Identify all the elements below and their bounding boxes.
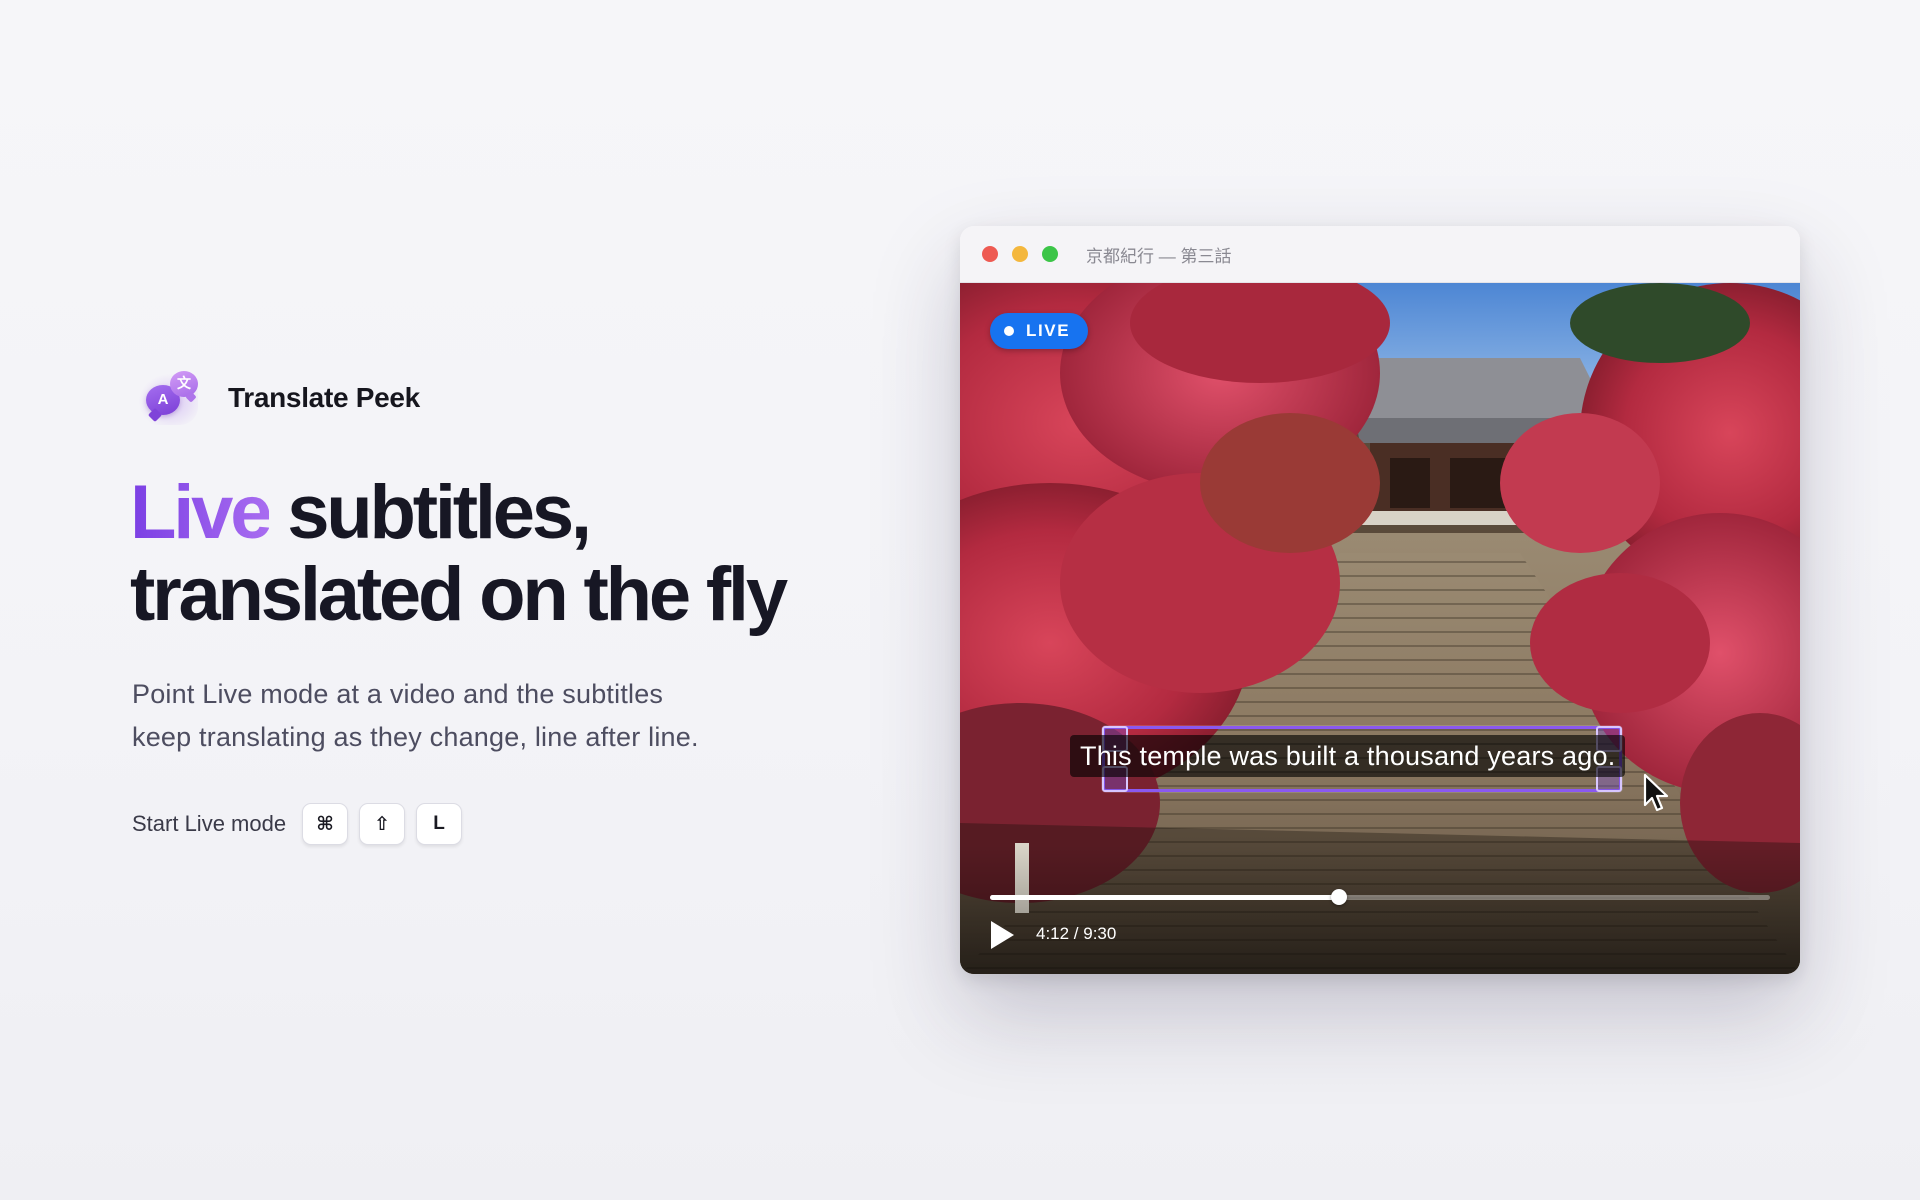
l-key: L <box>416 803 463 845</box>
live-badge: LIVE <box>990 313 1089 349</box>
shortcut-hint: Start Live mode ⌘ ⇧ L <box>132 803 473 845</box>
play-button[interactable] <box>988 919 1016 951</box>
time-readout: 4:12 / 9:30 <box>1036 924 1117 943</box>
progress-bar[interactable] <box>990 889 1770 905</box>
mouse-cursor-icon <box>1643 773 1669 812</box>
shortcut-label: Start Live mode <box>132 811 287 836</box>
progress-bar-fill <box>990 895 1340 900</box>
headline: Live subtitles, translated on the fly <box>130 470 788 637</box>
video-window: 京都紀行 — 第三話 LIVE This temple was built a … <box>960 226 1800 974</box>
subtext-line2: keep translating as they change, line af… <box>132 722 699 752</box>
live-badge-label: LIVE <box>1026 321 1071 340</box>
command-key: ⌘ <box>302 803 349 845</box>
brand: A 文 Translate Peek <box>132 365 420 431</box>
controls-shade <box>960 845 1800 974</box>
live-dot-icon <box>1004 326 1014 336</box>
minimize-window-button[interactable] <box>1012 246 1028 262</box>
subtext-line1: Point Live mode at a video and the subti… <box>132 679 664 709</box>
headline-accent: Live <box>130 470 272 555</box>
brand-name: Translate Peek <box>228 382 420 413</box>
translate-target-bubble-icon: 文 <box>170 371 198 397</box>
window-titlebar[interactable]: 京都紀行 — 第三話 <box>960 226 1800 283</box>
play-icon <box>991 921 1014 949</box>
zoom-window-button[interactable] <box>1042 246 1058 262</box>
subtext: Point Live mode at a video and the subti… <box>132 673 832 759</box>
shift-key: ⇧ <box>359 803 406 845</box>
window-title: 京都紀行 — 第三話 <box>1086 246 1232 266</box>
video-frame[interactable]: LIVE This temple was built a thousand ye… <box>960 283 1800 974</box>
app-icon: A 文 <box>132 365 208 431</box>
headline-line1-rest: subtitles, <box>269 470 592 555</box>
headline-line2: translated on the fly <box>130 552 788 637</box>
translated-subtitle: This temple was built a thousand years a… <box>1070 735 1626 777</box>
close-window-button[interactable] <box>982 246 998 262</box>
